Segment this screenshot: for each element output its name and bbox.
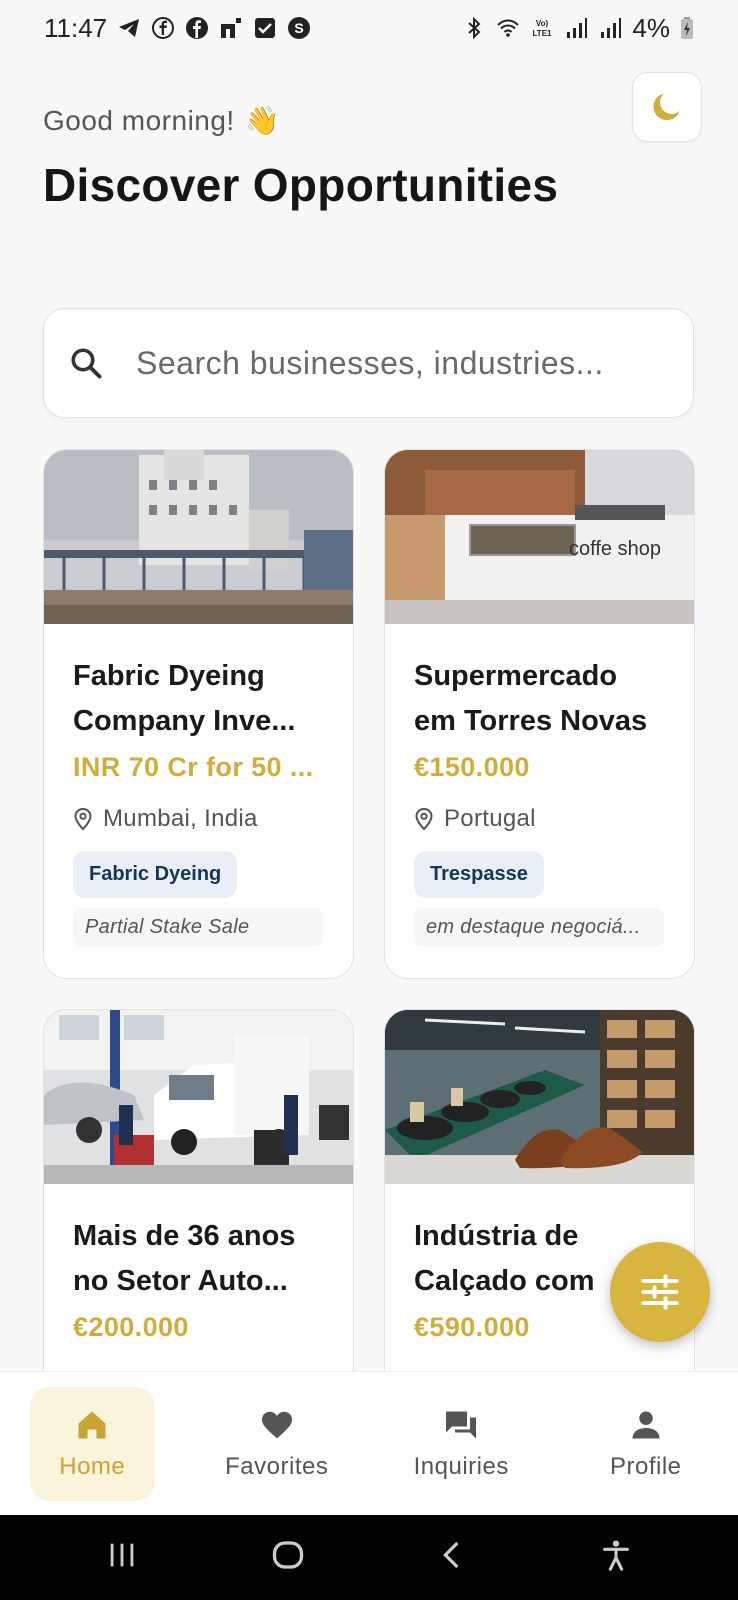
signal-2-icon bbox=[598, 16, 622, 40]
recent-apps-icon bbox=[110, 1543, 134, 1567]
svg-text:LTE1: LTE1 bbox=[533, 29, 553, 38]
facebook-icon bbox=[185, 16, 209, 40]
location-pin-icon bbox=[415, 807, 433, 831]
bluetooth-icon bbox=[462, 16, 486, 40]
accessibility-icon bbox=[602, 1540, 629, 1571]
nav-inquiries-label: Inquiries bbox=[413, 1452, 509, 1480]
listing-card[interactable]: Mais de 36 anos no Setor Auto... €200.00… bbox=[43, 1009, 354, 1429]
deal-type-tag: em destaque negociá... bbox=[414, 908, 664, 947]
home-icon bbox=[78, 1411, 106, 1438]
checkbox-icon bbox=[253, 16, 277, 40]
accessibility-button[interactable] bbox=[599, 1537, 633, 1578]
status-bar: 11:47 S Vo) LTE1 4% bbox=[0, 0, 738, 56]
listing-price: €150.000 bbox=[414, 752, 530, 782]
tune-icon bbox=[641, 1274, 679, 1310]
listing-card[interactable]: Fabric Dyeing Company Inve... INR 70 Cr … bbox=[43, 449, 354, 979]
volte-icon: Vo) LTE1 bbox=[530, 16, 554, 40]
filter-button[interactable] bbox=[610, 1242, 710, 1342]
person-icon bbox=[632, 1411, 660, 1438]
svg-text:S: S bbox=[294, 20, 303, 36]
listing-title: Fabric Dyeing Company Inve... bbox=[73, 660, 296, 737]
theme-toggle-button[interactable] bbox=[632, 72, 702, 142]
telegram-icon bbox=[117, 16, 141, 40]
nav-favorites-label: Favorites bbox=[225, 1452, 329, 1480]
listing-location: Mumbai, India bbox=[73, 805, 324, 833]
nav-home-label: Home bbox=[59, 1452, 126, 1480]
wifi-icon bbox=[496, 16, 520, 40]
listing-location: Portugal bbox=[414, 805, 665, 833]
nav-favorites[interactable]: Favorites bbox=[214, 1387, 339, 1501]
bottom-navigation: Home Favorites Inquiries Profile bbox=[0, 1371, 738, 1515]
status-left: 11:47 S bbox=[44, 13, 311, 44]
factory-photo bbox=[44, 450, 353, 624]
listing-location-text: Mumbai, India bbox=[103, 805, 258, 832]
heart-icon bbox=[261, 1411, 292, 1438]
nav-home[interactable]: Home bbox=[29, 1386, 155, 1501]
listing-price: INR 70 Cr for 50 ... bbox=[73, 752, 314, 782]
battery-percent: 4% bbox=[632, 12, 670, 43]
nav-profile[interactable]: Profile bbox=[583, 1387, 708, 1501]
back-icon bbox=[443, 1541, 459, 1569]
nav-profile-label: Profile bbox=[609, 1452, 682, 1480]
listing-location-text: Portugal bbox=[444, 805, 536, 832]
greeting-text: Good morning! bbox=[43, 104, 235, 136]
shoe-factory-photo bbox=[385, 1010, 694, 1184]
coffee-shop-sign: coffe shop bbox=[569, 538, 661, 560]
status-right: Vo) LTE1 4% bbox=[462, 13, 694, 44]
nav-inquiries[interactable]: Inquiries bbox=[399, 1387, 524, 1501]
app-n-icon bbox=[219, 16, 243, 40]
industry-tag: Trespasse bbox=[414, 851, 544, 898]
skype-icon: S bbox=[287, 16, 311, 40]
svg-text:Vo): Vo) bbox=[536, 19, 549, 28]
greeting: Good morning! 👋 bbox=[43, 104, 280, 137]
listing-card[interactable]: Indústria de Calçado com €590.000 bbox=[384, 1009, 695, 1429]
home-system-button[interactable] bbox=[270, 1537, 306, 1578]
chat-icon bbox=[446, 1411, 477, 1438]
waving-hand-icon: 👋 bbox=[244, 105, 281, 136]
search-icon bbox=[68, 345, 104, 381]
listing-title: Supermercado em Torres Novas bbox=[414, 660, 648, 737]
listing-price: €200.000 bbox=[73, 1312, 189, 1342]
deal-type-tag: Partial Stake Sale bbox=[73, 908, 323, 947]
facebook-outline-icon bbox=[151, 16, 175, 40]
auto-garage-photo bbox=[44, 1010, 353, 1184]
back-button[interactable] bbox=[436, 1537, 468, 1578]
location-pin-icon bbox=[74, 807, 92, 831]
signal-1-icon bbox=[564, 16, 588, 40]
listing-card[interactable]: coffe shop Supermercado em Torres Novas … bbox=[384, 449, 695, 979]
page-title: Discover Opportunities bbox=[43, 159, 559, 211]
battery-charging-icon bbox=[680, 16, 694, 40]
industry-tag: Fabric Dyeing bbox=[73, 851, 238, 898]
home-circle-icon bbox=[272, 1541, 303, 1569]
listing-title: Mais de 36 anos no Setor Auto... bbox=[73, 1220, 296, 1297]
moon-icon bbox=[653, 93, 680, 121]
coffee-shop-photo: coffe shop bbox=[385, 450, 694, 624]
search-bar[interactable] bbox=[43, 308, 694, 418]
search-input[interactable] bbox=[136, 344, 656, 382]
system-navigation-bar bbox=[0, 1515, 738, 1600]
recent-apps-button[interactable] bbox=[105, 1538, 139, 1577]
status-time: 11:47 bbox=[44, 12, 108, 43]
